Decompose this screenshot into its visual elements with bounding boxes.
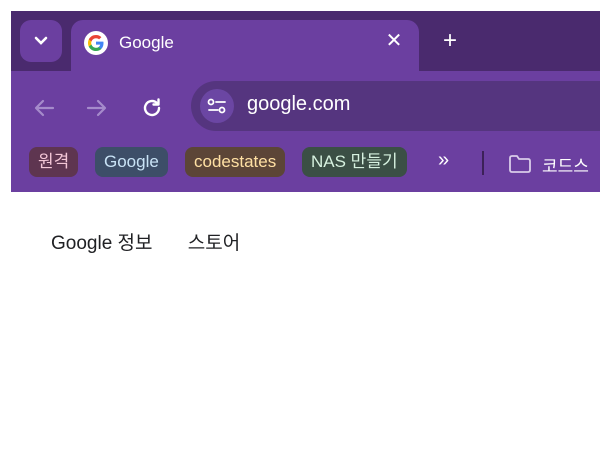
chevron-down-icon bbox=[34, 36, 48, 45]
site-settings-icon[interactable] bbox=[200, 89, 234, 123]
bookmark-folder[interactable]: 코드스 bbox=[508, 149, 589, 179]
store-link[interactable]: 스토어 bbox=[188, 233, 240, 254]
back-arrow-icon[interactable] bbox=[29, 93, 59, 123]
about-google-link[interactable]: Google 정보 bbox=[51, 233, 153, 254]
new-tab-plus-icon[interactable]: + bbox=[437, 29, 463, 55]
bookmark-item[interactable]: codestates bbox=[185, 147, 286, 177]
browser-window: Google ✕ + google.com 원격 Google codestat… bbox=[11, 11, 600, 194]
close-tab-icon[interactable]: ✕ bbox=[383, 30, 405, 52]
bookmark-item[interactable]: NAS 만들기 bbox=[302, 147, 407, 177]
bookmarks-separator bbox=[482, 151, 484, 175]
tab-title: Google bbox=[119, 33, 174, 52]
bookmark-item[interactable]: Google bbox=[95, 147, 168, 177]
reload-icon[interactable] bbox=[137, 93, 167, 123]
bookmark-folder-label: 코드스 bbox=[542, 156, 589, 176]
top-links: Google 정보 스토어 bbox=[51, 228, 270, 255]
address-bar[interactable]: google.com bbox=[191, 81, 600, 131]
tab-strip: Google ✕ + bbox=[11, 11, 600, 72]
toolbar: google.com 원격 Google codestates NAS 만들기 … bbox=[11, 71, 600, 192]
tab-search-button[interactable] bbox=[20, 20, 62, 62]
url-text[interactable]: google.com bbox=[247, 93, 350, 116]
folder-icon bbox=[509, 155, 531, 173]
forward-arrow-icon[interactable] bbox=[82, 93, 112, 123]
active-tab[interactable]: Google ✕ bbox=[71, 20, 419, 72]
google-favicon-icon bbox=[84, 31, 108, 55]
page-content: Google 정보 스토어 bbox=[0, 192, 600, 463]
bookmarks-overflow-icon[interactable]: » bbox=[438, 149, 449, 172]
bookmarks-bar: 원격 Google codestates NAS 만들기 » 코드스 bbox=[11, 145, 600, 181]
bookmark-item[interactable]: 원격 bbox=[29, 147, 79, 177]
